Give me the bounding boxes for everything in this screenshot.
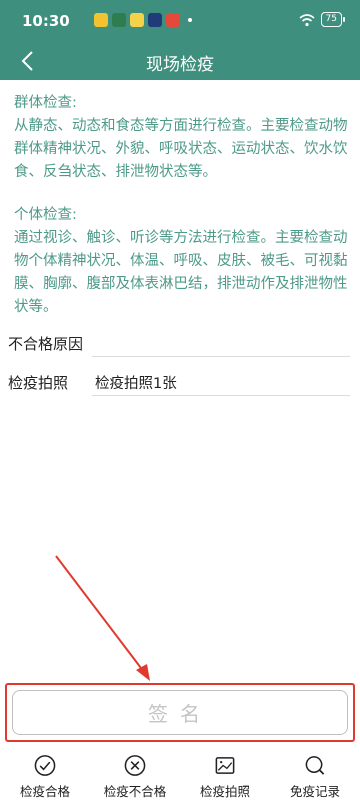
notification-icons bbox=[94, 13, 192, 27]
page-title: 现场检疫 bbox=[146, 55, 214, 75]
more-notifications-dot bbox=[188, 18, 192, 22]
battery-indicator: 75 bbox=[320, 12, 346, 27]
bottom-nav: 检疫合格 检疫不合格 检疫拍照 免疫记录 bbox=[0, 748, 360, 800]
nav-fail-label: 检疫不合格 bbox=[103, 784, 167, 799]
nav-fail[interactable]: 检疫不合格 bbox=[90, 748, 180, 800]
nav-photo[interactable]: 检疫拍照 bbox=[180, 748, 270, 800]
x-circle-icon bbox=[124, 755, 146, 776]
nav-photo-label: 检疫拍照 bbox=[199, 784, 250, 799]
nav-pass-label: 检疫合格 bbox=[19, 784, 70, 799]
reject-reason-row: 不合格原因 bbox=[8, 327, 352, 361]
nav-immune-records-label: 免疫记录 bbox=[289, 784, 340, 799]
check-circle-icon bbox=[34, 755, 56, 776]
status-bar: 10:30 75 bbox=[0, 0, 360, 42]
search-icon bbox=[305, 756, 325, 775]
reject-reason-input[interactable] bbox=[92, 329, 350, 357]
notification-app-icon bbox=[166, 13, 180, 27]
nav-pass[interactable]: 检疫合格 bbox=[0, 748, 90, 800]
image-icon bbox=[215, 757, 235, 774]
photo-row: 检疫拍照 检疫拍照1张 bbox=[8, 366, 352, 400]
sign-button[interactable]: 签名 bbox=[12, 690, 348, 735]
nav-immune-records[interactable]: 免疫记录 bbox=[270, 748, 360, 800]
status-time: 10:30 bbox=[22, 12, 70, 30]
group-check-heading: 群体检查: bbox=[14, 95, 77, 111]
photo-label: 检疫拍照 bbox=[8, 374, 69, 392]
group-check-text: 从静态、动态和食态等方面进行检查。主要检查动物群体精神状况、外貌、呼吸状态、运动… bbox=[14, 118, 348, 180]
sign-button-highlight: 签名 bbox=[5, 683, 355, 742]
wifi-icon bbox=[299, 13, 315, 26]
notification-app-icon bbox=[130, 13, 144, 27]
photo-field[interactable]: 检疫拍照1张 bbox=[92, 368, 350, 396]
individual-check-text: 通过视诊、触诊、听诊等方法进行检查。主要检查动物个体精神状况、体温、呼吸、皮肤、… bbox=[14, 230, 348, 315]
reject-reason-label: 不合格原因 bbox=[8, 335, 84, 353]
individual-check-heading: 个体检查: bbox=[14, 207, 77, 223]
inspection-info: 群体检查: 从静态、动态和食态等方面进行检查。主要检查动物群体精神状况、外貌、呼… bbox=[14, 92, 349, 319]
notification-app-icon bbox=[94, 13, 108, 27]
notification-app-icon bbox=[112, 13, 126, 27]
title-bar: 现场检疫 bbox=[0, 42, 360, 80]
notification-app-icon bbox=[148, 13, 162, 27]
